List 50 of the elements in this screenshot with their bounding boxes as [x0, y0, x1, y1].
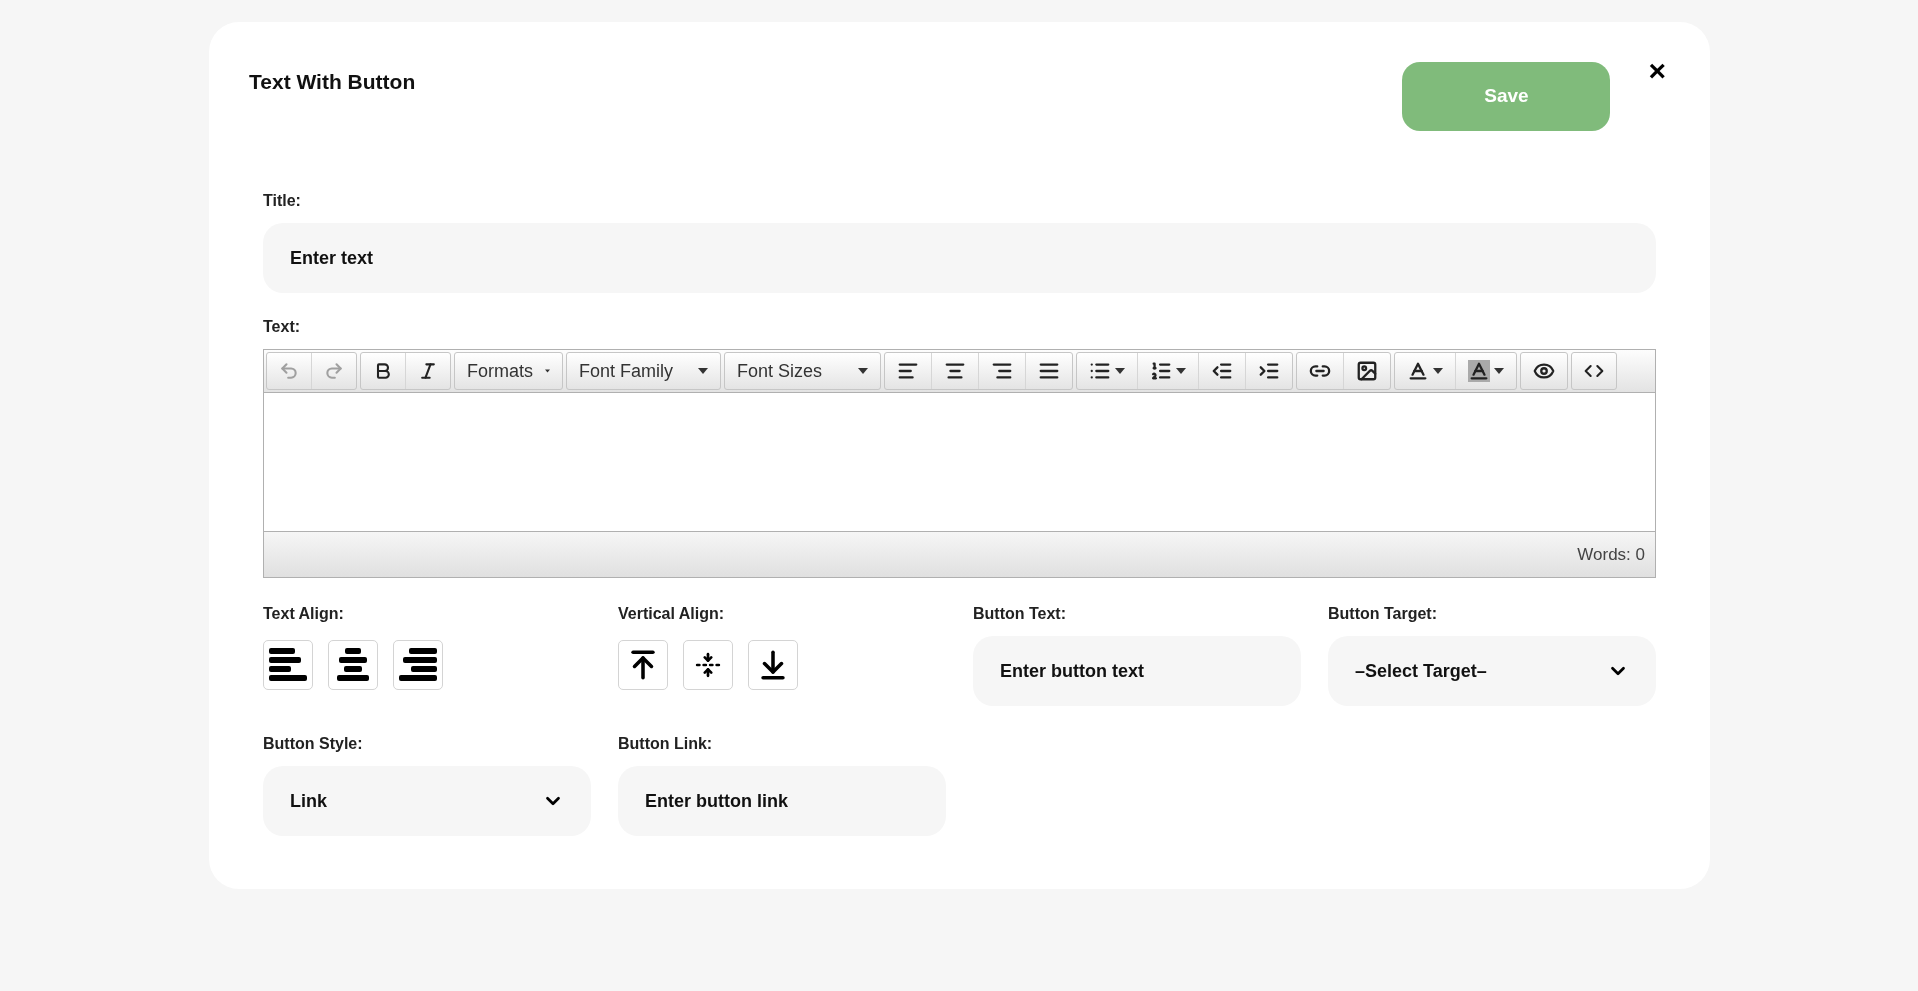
vertical-align-button[interactable]	[618, 640, 668, 690]
indent-icon	[1258, 360, 1280, 382]
field-label: Button Link:	[618, 734, 714, 754]
text-align-button[interactable]	[328, 640, 378, 690]
dialog-title: Text With Button	[249, 69, 416, 95]
title-field[interactable]: Enter text	[263, 223, 1656, 293]
field-label: Button Style:	[263, 734, 364, 754]
caret-icon	[698, 368, 708, 374]
text-align-button[interactable]	[393, 640, 443, 690]
field-label: Title:	[263, 191, 302, 211]
toolbar-dropdown[interactable]: Formats	[455, 353, 562, 389]
caret-icon	[1433, 368, 1443, 374]
caret-icon	[1176, 368, 1186, 374]
close-button[interactable]: ×	[1648, 56, 1666, 86]
caret-icon	[1494, 368, 1504, 374]
text-align-button[interactable]	[263, 640, 313, 690]
redo-icon	[324, 361, 344, 381]
caret-icon	[858, 368, 868, 374]
align-left-icon	[269, 648, 307, 682]
align-right-icon	[399, 648, 437, 682]
field-label: Vertical Align:	[618, 604, 726, 624]
image-icon	[1356, 360, 1378, 382]
italic-icon	[418, 361, 438, 381]
bullet-list-icon	[1089, 360, 1111, 382]
target-select[interactable]: –Select Target–	[1328, 636, 1656, 706]
text-color-icon	[1407, 360, 1429, 382]
toolbar-dropdown[interactable]: Font Family	[567, 353, 720, 389]
field-label: Button Target:	[1328, 604, 1438, 624]
field-label: Button Text:	[973, 604, 1067, 624]
caret-icon	[545, 368, 550, 374]
style-select[interactable]: Link	[263, 766, 591, 836]
undo-icon	[279, 361, 299, 381]
button-text-field[interactable]: Enter button text	[973, 636, 1301, 706]
vertical-align-button[interactable]	[748, 640, 798, 690]
align-right-icon	[991, 360, 1013, 382]
align-middle-icon	[695, 652, 721, 678]
caret-icon	[1115, 368, 1125, 374]
field-label: Text Align:	[263, 604, 345, 624]
toolbar-dropdown[interactable]: Font Sizes	[725, 353, 880, 389]
align-center-icon	[334, 648, 372, 682]
vertical-align-button[interactable]	[683, 640, 733, 690]
outdent-icon	[1211, 360, 1233, 382]
field-label: Text:	[263, 317, 302, 337]
align-center-icon	[944, 360, 966, 382]
button-link-field[interactable]: Enter button link	[618, 766, 946, 836]
word-count: Words: 0	[1577, 543, 1645, 566]
justify-icon	[1038, 360, 1060, 382]
align-left-icon	[897, 360, 919, 382]
numbered-list-icon	[1150, 360, 1172, 382]
background-color-icon	[1468, 360, 1490, 382]
